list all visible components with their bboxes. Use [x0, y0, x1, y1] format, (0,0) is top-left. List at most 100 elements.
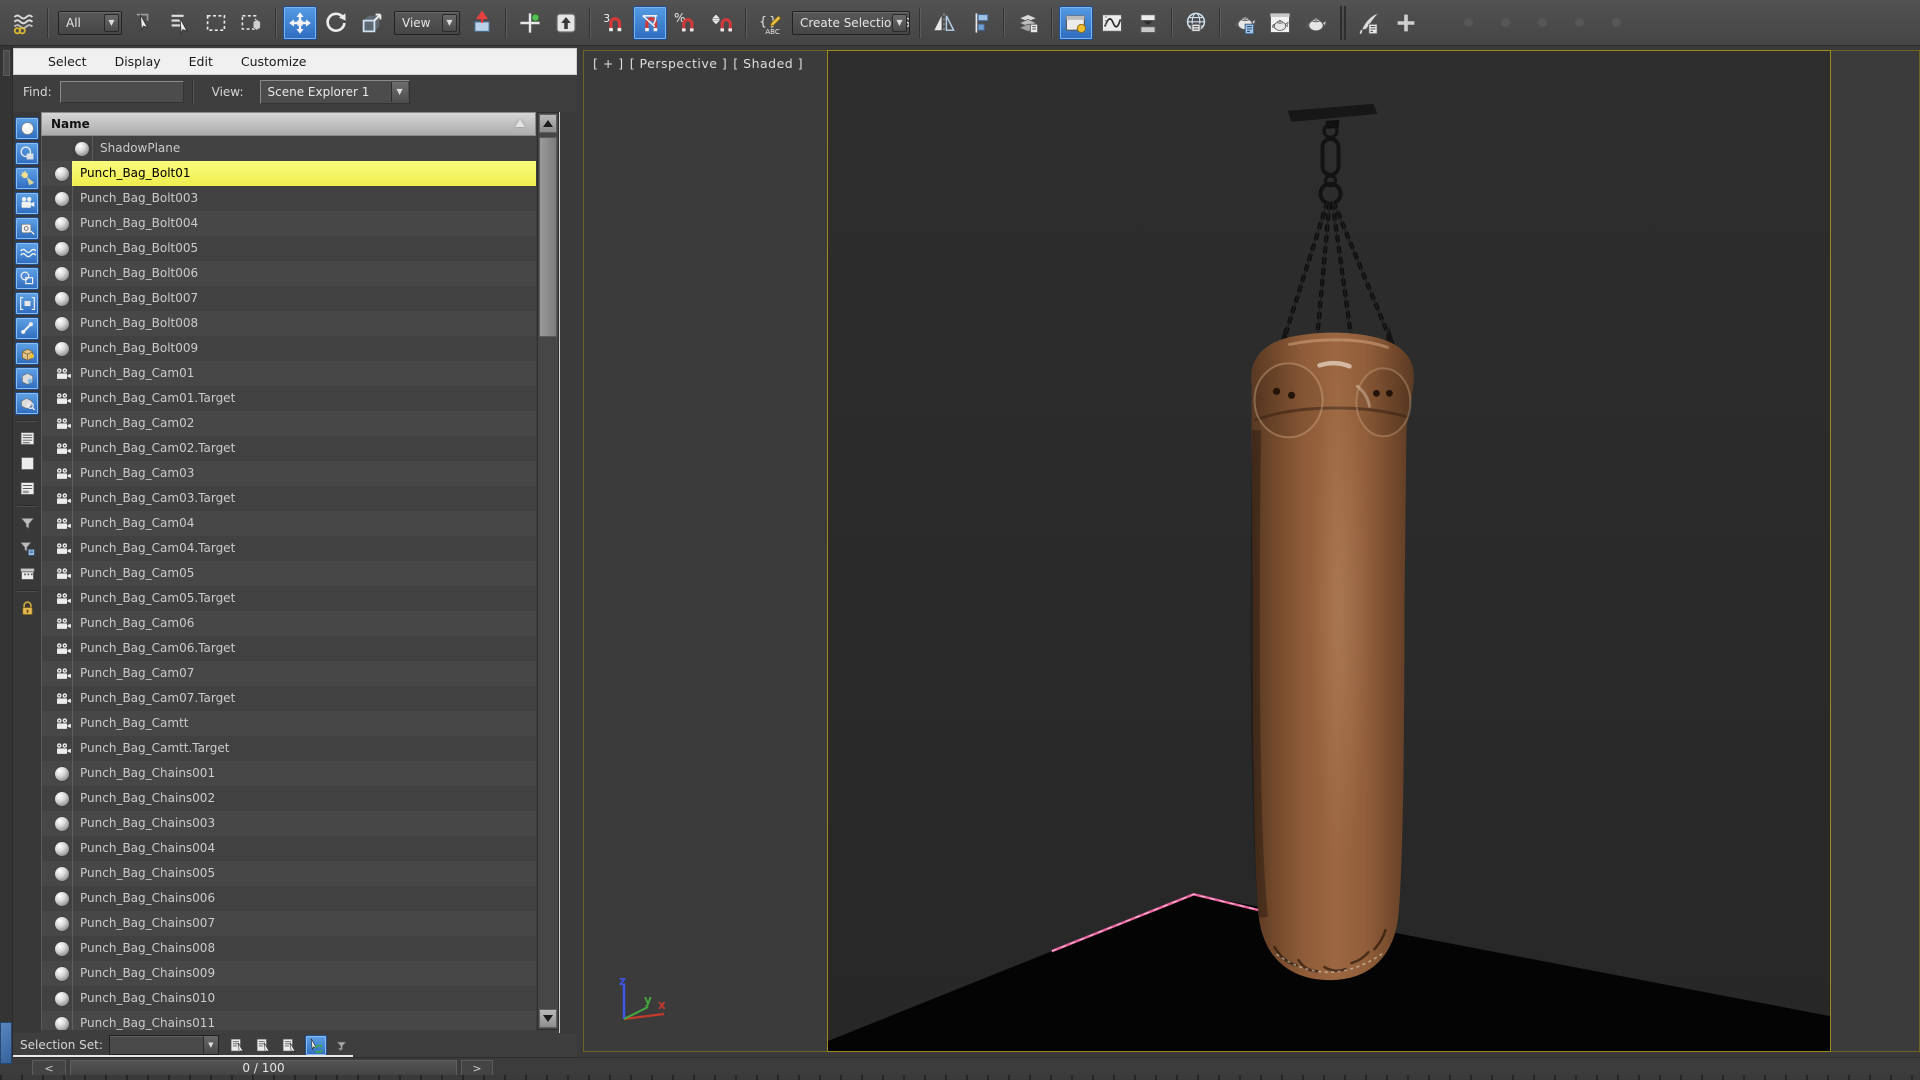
scene-object-row[interactable]: Punch_Bag_Chains007: [42, 911, 536, 936]
object-name-label[interactable]: Punch_Bag_Cam05: [72, 561, 536, 586]
chevron-down-icon[interactable]: ▼: [202, 1036, 218, 1054]
scene-object-row[interactable]: Punch_Bag_Camtt: [42, 711, 536, 736]
use-pivot-point-center-button[interactable]: [465, 6, 499, 40]
keyboard-shortcut-override-button[interactable]: [549, 6, 583, 40]
toggle-scene-explorer-button[interactable]: [1059, 5, 1093, 40]
curve-editor-button[interactable]: [1095, 6, 1129, 40]
menu-select[interactable]: Select: [34, 50, 101, 73]
select-and-rotate-button[interactable]: [319, 6, 353, 40]
display-space-warps-toggle[interactable]: [15, 242, 39, 265]
container-tools-toggle[interactable]: [15, 562, 39, 585]
select-by-name-button[interactable]: [163, 6, 197, 40]
menu-edit[interactable]: Edit: [175, 50, 227, 73]
display-geometry-toggle[interactable]: [15, 117, 39, 140]
object-name-label[interactable]: Punch_Bag_Bolt003: [72, 186, 536, 211]
display-shapes-toggle[interactable]: [15, 142, 39, 165]
object-name-label[interactable]: Punch_Bag_Cam01: [72, 361, 536, 386]
object-name-label[interactable]: Punch_Bag_Bolt01: [72, 161, 536, 186]
track-bar-ruler[interactable]: [0, 1075, 1920, 1080]
object-name-label[interactable]: Punch_Bag_Bolt006: [72, 261, 536, 286]
scene-object-row[interactable]: Punch_Bag_Bolt008: [42, 311, 536, 336]
auto-update-selection-button[interactable]: [304, 1034, 327, 1056]
scene-object-row[interactable]: Punch_Bag_Cam07.Target: [42, 686, 536, 711]
object-name-label[interactable]: Punch_Bag_Cam02.Target: [72, 436, 536, 461]
object-name-label[interactable]: Punch_Bag_Cam05.Target: [72, 586, 536, 611]
viewport-general-menu[interactable]: [ + ]: [593, 56, 624, 71]
object-name-label[interactable]: Punch_Bag_Chains002: [72, 786, 536, 811]
create-new-set-button[interactable]: [227, 1035, 249, 1056]
material-editor-button[interactable]: [1227, 6, 1261, 40]
subtract-selected-from-set-button[interactable]: [279, 1035, 301, 1056]
scene-object-row[interactable]: Punch_Bag_Chains003: [42, 811, 536, 836]
scrollbar-thumb[interactable]: [539, 137, 557, 337]
object-name-label[interactable]: Punch_Bag_Cam03.Target: [72, 486, 536, 511]
angle-snap-toggle-button[interactable]: [633, 5, 667, 40]
scene-object-row[interactable]: Punch_Bag_Bolt007: [42, 286, 536, 311]
scene-object-row[interactable]: Punch_Bag_Cam03.Target: [42, 486, 536, 511]
display-containers-toggle[interactable]: [15, 342, 39, 365]
select-object-button[interactable]: [127, 6, 161, 40]
display-frozen-objects-toggle[interactable]: [15, 367, 39, 390]
named-selection-sets-dropdown[interactable]: Create Selection Se ▼: [792, 10, 910, 35]
display-lights-toggle[interactable]: [15, 167, 39, 190]
object-name-label[interactable]: Punch_Bag_Chains009: [72, 961, 536, 986]
display-xrefs-toggle[interactable]: [15, 292, 39, 315]
add-toolbar-button-button[interactable]: [1389, 6, 1423, 40]
scene-object-row[interactable]: Punch_Bag_Cam01.Target: [42, 386, 536, 411]
object-name-label[interactable]: Punch_Bag_Chains010: [72, 986, 536, 1011]
scene-object-row[interactable]: Punch_Bag_Cam07: [42, 661, 536, 686]
select-and-move-button[interactable]: [283, 5, 317, 40]
object-name-label[interactable]: Punch_Bag_Chains011: [72, 1011, 536, 1030]
percent-snap-toggle-button[interactable]: [669, 6, 703, 40]
snaps-toggle-3d-button[interactable]: [597, 6, 631, 40]
select-and-manipulate-button[interactable]: [513, 6, 547, 40]
scene-object-row[interactable]: ShadowPlane: [42, 136, 536, 161]
object-name-label[interactable]: Punch_Bag_Chains008: [72, 936, 536, 961]
object-name-label[interactable]: Punch_Bag_Chains006: [72, 886, 536, 911]
scene-object-row[interactable]: Punch_Bag_Cam05.Target: [42, 586, 536, 611]
scene-object-row[interactable]: Punch_Bag_Chains004: [42, 836, 536, 861]
scroll-down-button[interactable]: [539, 1009, 557, 1028]
scene-object-row[interactable]: Punch_Bag_Cam06.Target: [42, 636, 536, 661]
sync-to-selection-toggle[interactable]: [15, 477, 39, 500]
object-name-label[interactable]: Punch_Bag_Cam03: [72, 461, 536, 486]
object-name-label[interactable]: Punch_Bag_Chains003: [72, 811, 536, 836]
mirror-button[interactable]: [927, 6, 961, 40]
scene-object-row[interactable]: Punch_Bag_Cam04.Target: [42, 536, 536, 561]
scene-object-row[interactable]: Punch_Bag_Chains002: [42, 786, 536, 811]
object-name-label[interactable]: Punch_Bag_Cam06.Target: [72, 636, 536, 661]
select-and-scale-button[interactable]: [355, 6, 389, 40]
rectangular-selection-region-button[interactable]: [199, 6, 233, 40]
display-cameras-toggle[interactable]: [15, 192, 39, 215]
rendered-frame-window-button[interactable]: [1299, 6, 1333, 40]
chevron-down-icon[interactable]: ▼: [104, 13, 119, 32]
object-name-label[interactable]: Punch_Bag_Cam04.Target: [72, 536, 536, 561]
object-name-label[interactable]: Punch_Bag_Bolt005: [72, 236, 536, 261]
object-name-label[interactable]: Punch_Bag_Cam04: [72, 511, 536, 536]
object-name-label[interactable]: Punch_Bag_Bolt004: [72, 211, 536, 236]
schematic-view-button[interactable]: [1131, 6, 1165, 40]
object-name-label[interactable]: Punch_Bag_Chains004: [72, 836, 536, 861]
configure-advanced-filter-toggle[interactable]: [15, 537, 39, 560]
render-safe-area[interactable]: [827, 50, 1831, 1052]
object-name-label[interactable]: Punch_Bag_Camtt: [72, 711, 536, 736]
display-helpers-toggle[interactable]: [15, 217, 39, 240]
selection-set-dropdown[interactable]: ▼: [108, 1035, 219, 1055]
find-input[interactable]: [59, 81, 184, 103]
object-name-label[interactable]: Punch_Bag_Cam06: [72, 611, 536, 636]
punching-bag[interactable]: [1250, 332, 1415, 981]
scene-object-row[interactable]: Punch_Bag_Bolt006: [42, 261, 536, 286]
scene-object-row[interactable]: Punch_Bag_Cam02: [42, 411, 536, 436]
window-crossing-toggle-button[interactable]: [235, 6, 269, 40]
scene-object-row[interactable]: Punch_Bag_Bolt005: [42, 236, 536, 261]
object-name-label[interactable]: Punch_Bag_Bolt008: [72, 311, 536, 336]
scene-object-row[interactable]: Punch_Bag_Bolt009: [42, 336, 536, 361]
viewport-pov-menu[interactable]: [ Perspective ]: [630, 56, 728, 71]
autodesk-app-tool-button[interactable]: [1353, 6, 1387, 40]
object-name-label[interactable]: Punch_Bag_Cam01.Target: [72, 386, 536, 411]
object-name-label[interactable]: Punch_Bag_Bolt009: [72, 336, 536, 361]
scene-object-row[interactable]: Punch_Bag_Camtt.Target: [42, 736, 536, 761]
scroll-up-button[interactable]: [539, 114, 557, 133]
object-name-label[interactable]: Punch_Bag_Bolt007: [72, 286, 536, 311]
active-viewport[interactable]: [ + ] [ Perspective ] [ Shaded ] z x y: [583, 50, 1920, 1052]
